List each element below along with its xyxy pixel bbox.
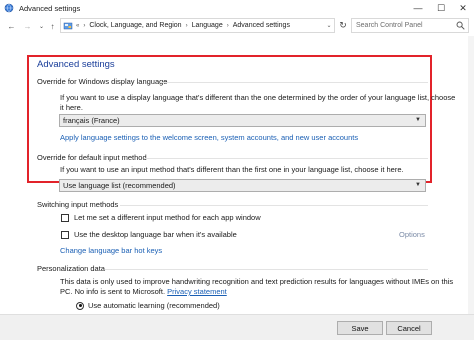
section-divider [105, 269, 428, 270]
breadcrumb-item-language[interactable]: Language [192, 22, 223, 29]
display-language-select[interactable]: français (France) ▼ [59, 114, 426, 127]
input-method-selected: Use language list (recommended) [63, 181, 176, 190]
display-language-description: If you want to use a display language th… [60, 93, 455, 113]
personalization-heading: Personalization data [37, 264, 105, 273]
input-method-heading: Override for default input method [37, 153, 147, 162]
privacy-statement-link[interactable]: Privacy statement [167, 287, 227, 296]
search-input[interactable]: Search Control Panel [351, 18, 469, 33]
per-app-input-checkbox-row[interactable]: Let me set a different input method for … [61, 213, 261, 222]
personalization-description: This data is only used to improve handwr… [60, 277, 453, 297]
search-icon [456, 21, 465, 30]
recent-locations-button[interactable]: ⌄ [36, 19, 47, 33]
main-content: Advanced settings Override for Windows d… [0, 36, 474, 318]
per-app-input-checkbox[interactable] [61, 213, 69, 222]
section-divider [144, 158, 428, 159]
options-link[interactable]: Options [399, 230, 425, 239]
desktop-language-bar-label: Use the desktop language bar when it's a… [74, 230, 237, 239]
control-panel-icon [63, 22, 73, 29]
desktop-language-bar-checkbox-row[interactable]: Use the desktop language bar when it's a… [61, 230, 237, 239]
title-bar: Advanced settings — ☐ ✕ [0, 0, 474, 16]
section-divider [120, 205, 428, 206]
breadcrumb-separator-icon: › [83, 22, 86, 29]
display-language-selected: français (France) [63, 116, 120, 125]
desktop-language-bar-checkbox[interactable] [61, 230, 69, 239]
window-title: Advanced settings [19, 3, 81, 13]
minimize-button[interactable]: — [407, 0, 429, 16]
breadcrumb-item-clock-language-region[interactable]: Clock, Language, and Region [89, 22, 181, 29]
breadcrumb-separator-icon: › [185, 22, 188, 29]
apply-language-settings-link[interactable]: Apply language settings to the welcome s… [60, 133, 358, 142]
input-method-description: If you want to use an input method that'… [60, 165, 404, 174]
address-dropdown-icon[interactable]: ⌄ [323, 18, 335, 33]
automatic-learning-radio-row[interactable]: Use automatic learning (recommended) [76, 301, 220, 310]
footer-bar: Save Cancel [0, 314, 474, 340]
chevron-down-icon: ▼ [415, 182, 421, 188]
automatic-learning-label: Use automatic learning (recommended) [88, 301, 220, 310]
address-row: ← → ⌄ ↑ « › Clock, Language, and Region … [0, 16, 474, 36]
chevron-down-icon: ▼ [415, 117, 421, 123]
personalization-description-line1: This data is only used to improve handwr… [60, 277, 454, 286]
per-app-input-label: Let me set a different input method for … [74, 213, 261, 222]
cancel-button[interactable]: Cancel [386, 321, 432, 335]
scrollbar[interactable] [468, 36, 474, 314]
breadcrumb[interactable]: « › Clock, Language, and Region › Langua… [60, 18, 335, 33]
personalization-description-text: PC. No info is sent to Microsoft. [60, 287, 166, 296]
section-divider [160, 82, 428, 83]
refresh-button[interactable]: ↻ [336, 18, 350, 33]
close-button[interactable]: ✕ [452, 0, 474, 16]
display-language-heading: Override for Windows display language [37, 77, 168, 86]
save-button[interactable]: Save [337, 321, 383, 335]
automatic-learning-radio[interactable] [76, 301, 84, 310]
display-language-description-line1: If you want to use a display language th… [60, 93, 456, 102]
up-button[interactable]: ↑ [47, 19, 58, 33]
input-method-select[interactable]: Use language list (recommended) ▼ [59, 179, 426, 192]
change-hotkeys-link[interactable]: Change language bar hot keys [60, 246, 162, 255]
forward-button[interactable]: → [22, 19, 33, 33]
page-title: Advanced settings [37, 59, 115, 70]
personalization-description-line2: PC. No info is sent to Microsoft. Privac… [60, 287, 453, 297]
maximize-button[interactable]: ☐ [430, 0, 452, 16]
breadcrumb-separator-icon: › [226, 22, 229, 29]
search-placeholder: Search Control Panel [356, 22, 423, 29]
globe-clock-icon [4, 3, 14, 13]
breadcrumb-overflow[interactable]: « [76, 23, 79, 29]
switching-heading: Switching input methods [37, 200, 119, 209]
breadcrumb-item-advanced-settings[interactable]: Advanced settings [233, 22, 290, 29]
display-language-description-line2: it here. [60, 103, 83, 112]
back-button[interactable]: ← [6, 19, 17, 33]
